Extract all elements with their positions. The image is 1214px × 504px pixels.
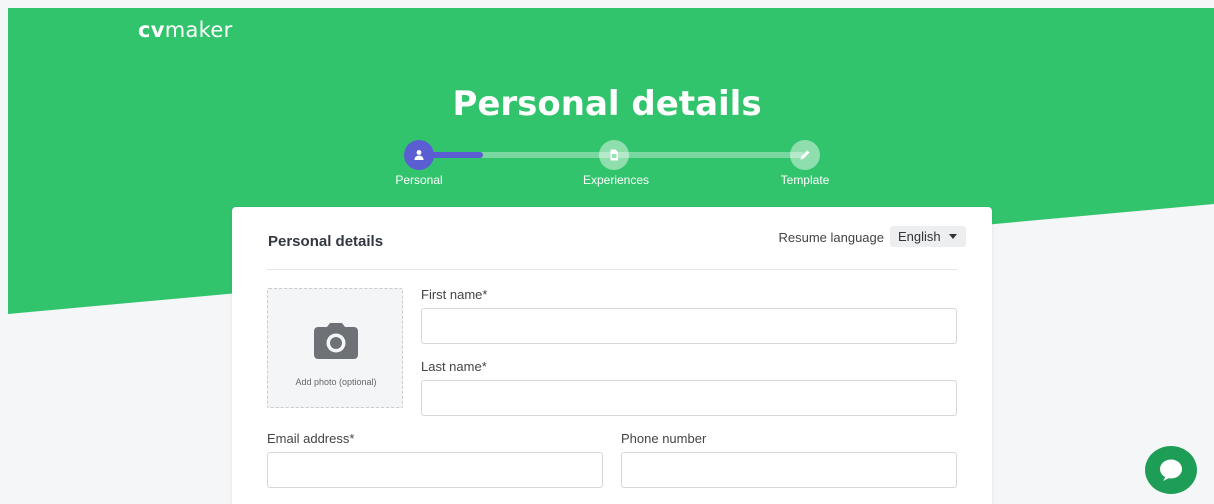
chevron-down-icon bbox=[949, 234, 957, 239]
chat-bubble-icon bbox=[1160, 459, 1182, 481]
resume-language-label: Resume language bbox=[778, 230, 884, 245]
personal-details-card: Personal details Resume language English… bbox=[232, 207, 992, 504]
chat-button[interactable] bbox=[1145, 446, 1197, 494]
resume-language-value: English bbox=[898, 229, 941, 244]
pencil-icon bbox=[800, 150, 810, 160]
person-icon bbox=[414, 150, 424, 160]
last-name-input[interactable] bbox=[421, 380, 957, 416]
step-personal[interactable] bbox=[404, 140, 434, 170]
phone-field[interactable] bbox=[621, 452, 957, 488]
add-photo-label: Add photo (optional) bbox=[295, 377, 377, 387]
card-title: Personal details bbox=[268, 233, 384, 250]
camera-icon bbox=[314, 323, 358, 359]
add-photo-button[interactable]: Add photo (optional) bbox=[267, 288, 403, 408]
step-label-experiences: Experiences bbox=[582, 173, 650, 187]
step-label-template: Template bbox=[780, 173, 830, 187]
email-label: Email address* bbox=[267, 431, 355, 446]
step-template[interactable] bbox=[790, 140, 820, 170]
email-field[interactable] bbox=[267, 452, 603, 488]
step-experiences[interactable] bbox=[599, 140, 629, 170]
resume-language-select[interactable]: English bbox=[890, 226, 966, 247]
first-name-label: First name* bbox=[421, 287, 488, 302]
divider bbox=[267, 269, 957, 270]
first-name-input[interactable] bbox=[421, 308, 957, 344]
phone-label: Phone number bbox=[621, 431, 707, 446]
step-label-personal: Personal bbox=[395, 173, 443, 187]
last-name-label: Last name* bbox=[421, 359, 487, 374]
progress-stepper: Personal Experiences Template bbox=[0, 0, 1214, 200]
document-icon bbox=[610, 149, 618, 161]
